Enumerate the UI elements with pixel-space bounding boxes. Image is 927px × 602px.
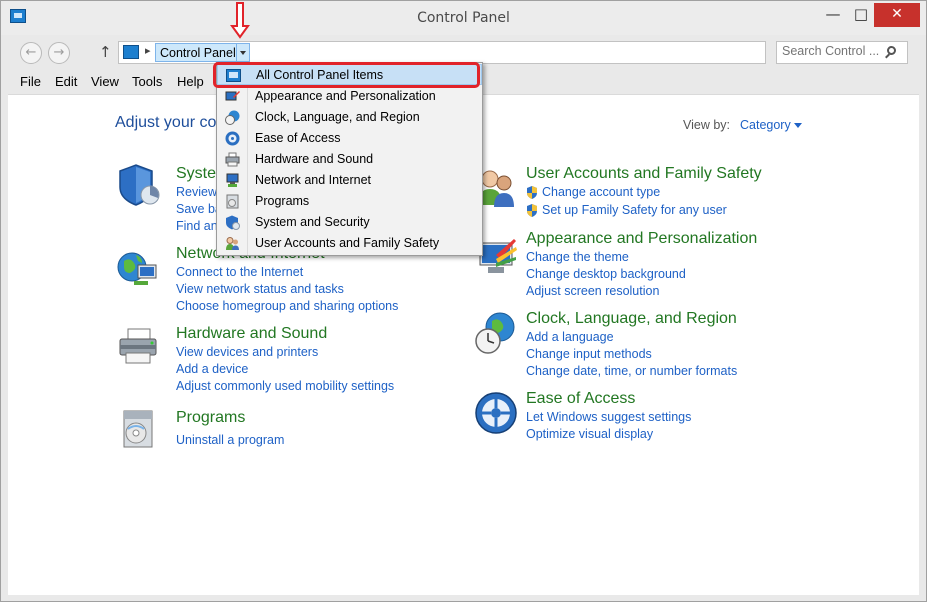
- view-by-label: View by:: [683, 118, 731, 132]
- title-bar: Control Panel — □ ✕: [1, 1, 926, 35]
- link-add-device[interactable]: Add a device: [176, 362, 248, 376]
- menu-item-clock-language-region[interactable]: Clock, Language, and Region: [217, 107, 482, 128]
- printer-icon[interactable]: [116, 325, 160, 369]
- link-input-methods[interactable]: Change input methods: [526, 347, 652, 361]
- minimize-button[interactable]: —: [819, 3, 847, 27]
- network-globe-icon: [226, 173, 239, 187]
- link-homegroup[interactable]: Choose homegroup and sharing options: [176, 299, 398, 313]
- maximize-button[interactable]: □: [847, 3, 875, 27]
- view-by-dropdown[interactable]: Category: [740, 118, 791, 132]
- link-change-theme[interactable]: Change the theme: [526, 250, 629, 264]
- breadcrumb-separator-icon[interactable]: ▸: [145, 44, 151, 57]
- menu-item-user-accounts[interactable]: User Accounts and Family Safety: [217, 233, 482, 254]
- printer-icon: [225, 152, 240, 167]
- menu-tools[interactable]: Tools: [132, 74, 162, 89]
- menu-item-hardware-sound[interactable]: Hardware and Sound: [217, 149, 482, 170]
- address-bar[interactable]: ▸ Control Panel ↻: [118, 41, 872, 64]
- red-arrow-icon: [230, 2, 250, 39]
- network-globe-icon[interactable]: [116, 247, 160, 291]
- search-icon[interactable]: [887, 46, 896, 55]
- programs-icon[interactable]: [116, 407, 160, 451]
- link-change-account-type[interactable]: Change account type: [542, 185, 660, 199]
- security-shield-icon[interactable]: [116, 163, 160, 207]
- breadcrumb-dropdown-menu: All Control Panel Items Appearance and P…: [216, 62, 483, 256]
- menu-view[interactable]: View: [91, 74, 119, 89]
- link-connect-internet[interactable]: Connect to the Internet: [176, 265, 303, 279]
- link-add-language[interactable]: Add a language: [526, 330, 614, 344]
- menu-item-ease-of-access[interactable]: Ease of Access: [217, 128, 482, 149]
- clock-globe-icon: [225, 110, 240, 125]
- clock-globe-icon[interactable]: [474, 311, 518, 355]
- link-save-backup[interactable]: Save ba: [176, 202, 222, 216]
- menu-file[interactable]: File: [20, 74, 41, 89]
- category-title-user-accounts[interactable]: User Accounts and Family Safety: [526, 165, 762, 183]
- programs-icon: [226, 194, 239, 209]
- link-mobility-settings[interactable]: Adjust commonly used mobility settings: [176, 379, 394, 393]
- forward-arrow-icon[interactable]: →: [48, 42, 70, 64]
- link-network-status[interactable]: View network status and tasks: [176, 282, 344, 296]
- uac-shield-icon: [527, 204, 537, 217]
- menu-item-network-internet[interactable]: Network and Internet: [217, 170, 482, 191]
- control-panel-window: Control Panel — □ ✕ ← → ↑ ▸ Control Pane…: [0, 0, 927, 602]
- search-input[interactable]: [782, 44, 882, 58]
- uac-shield-icon: [527, 186, 537, 199]
- category-title-appearance[interactable]: Appearance and Personalization: [526, 230, 757, 248]
- ease-of-access-icon: [225, 131, 240, 146]
- appearance-icon: [225, 91, 240, 101]
- link-screen-resolution[interactable]: Adjust screen resolution: [526, 284, 659, 298]
- back-arrow-icon[interactable]: ←: [20, 42, 42, 64]
- link-date-time-formats[interactable]: Change date, time, or number formats: [526, 364, 737, 378]
- category-title-ease-of-access[interactable]: Ease of Access: [526, 390, 635, 408]
- security-shield-icon: [226, 215, 240, 230]
- users-icon: [226, 237, 239, 250]
- ease-of-access-icon[interactable]: [474, 391, 518, 435]
- breadcrumb-dropdown-button[interactable]: [236, 43, 250, 62]
- chevron-down-icon[interactable]: [794, 123, 802, 128]
- annotation-highlight: [213, 62, 480, 88]
- link-review[interactable]: Review: [176, 185, 217, 199]
- link-optimize-visual-display[interactable]: Optimize visual display: [526, 427, 653, 441]
- category-title-clock[interactable]: Clock, Language, and Region: [526, 310, 737, 328]
- link-devices-printers[interactable]: View devices and printers: [176, 345, 318, 359]
- category-title-programs[interactable]: Programs: [176, 409, 245, 427]
- link-find-and-fix[interactable]: Find an: [176, 219, 218, 233]
- up-arrow-icon[interactable]: ↑: [99, 43, 112, 61]
- link-desktop-background[interactable]: Change desktop background: [526, 267, 686, 281]
- link-windows-suggest-settings[interactable]: Let Windows suggest settings: [526, 410, 691, 424]
- category-title-system[interactable]: Syster: [176, 165, 221, 183]
- menu-item-system-security[interactable]: System and Security: [217, 212, 482, 233]
- menu-edit[interactable]: Edit: [55, 74, 77, 89]
- breadcrumb-control-panel[interactable]: Control Panel: [155, 43, 241, 62]
- control-panel-icon: [123, 45, 139, 59]
- close-button[interactable]: ✕: [874, 3, 920, 27]
- category-title-hardware[interactable]: Hardware and Sound: [176, 325, 327, 343]
- page-title: Adjust your co: [115, 114, 217, 131]
- menu-help[interactable]: Help: [177, 74, 204, 89]
- window-title: Control Panel: [417, 10, 510, 26]
- link-uninstall-program[interactable]: Uninstall a program: [176, 433, 284, 447]
- menu-item-programs[interactable]: Programs: [217, 191, 482, 212]
- menu-item-appearance[interactable]: Appearance and Personalization: [217, 86, 482, 107]
- link-family-safety[interactable]: Set up Family Safety for any user: [542, 203, 727, 217]
- search-box[interactable]: [776, 41, 908, 64]
